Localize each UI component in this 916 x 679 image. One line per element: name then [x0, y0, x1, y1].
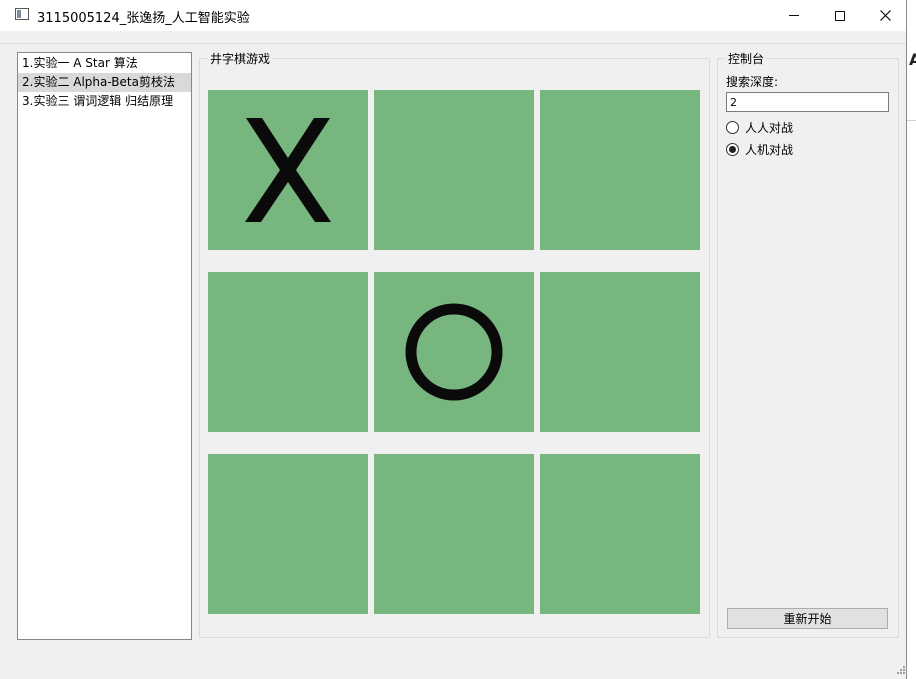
search-depth-label: 搜索深度:: [726, 75, 779, 89]
search-depth-input[interactable]: [726, 92, 889, 112]
game-group-label: 井字棋游戏: [208, 50, 273, 67]
maximize-button[interactable]: [817, 0, 863, 31]
minimize-button[interactable]: [771, 0, 817, 31]
background-window-edge: [907, 0, 916, 679]
list-item-experiment-2[interactable]: 2.实验二 Alpha-Beta剪枝法: [18, 73, 191, 92]
list-item-experiment-1[interactable]: 1.实验一 A Star 算法: [18, 54, 191, 73]
radio-circle-pve[interactable]: [726, 143, 739, 156]
resize-grip-icon[interactable]: [896, 665, 906, 675]
board-cell-3-1[interactable]: [208, 454, 368, 614]
title-bar[interactable]: 3115005124_张逸扬_人工智能实验: [0, 0, 906, 31]
o-mark-icon: [405, 303, 503, 401]
mode-radio-pvp[interactable]: 人人对战: [726, 119, 793, 136]
list-item-experiment-3[interactable]: 3.实验三 谓词逻辑 归结原理: [18, 92, 191, 111]
board-cell-1-2[interactable]: [374, 90, 534, 250]
board-cell-2-2[interactable]: [374, 272, 534, 432]
console-group-label: 控制台: [726, 50, 767, 67]
mode-label-pve: 人机对战: [745, 143, 794, 157]
background-window-text: A: [909, 50, 916, 69]
board-cell-2-1[interactable]: [208, 272, 368, 432]
x-mark-icon: [245, 118, 331, 222]
app-icon: [15, 8, 29, 20]
minimize-icon: [789, 15, 799, 16]
menu-strip: [0, 31, 906, 44]
background-divider: [907, 120, 916, 121]
main-window: 3115005124_张逸扬_人工智能实验 1.实验一 A Star 算法 2.…: [0, 0, 907, 679]
experiment-list[interactable]: 1.实验一 A Star 算法 2.实验二 Alpha-Beta剪枝法 3.实验…: [17, 52, 192, 640]
board-cell-3-3[interactable]: [540, 454, 700, 614]
board-cell-2-3[interactable]: [540, 272, 700, 432]
restart-button[interactable]: 重新开始: [727, 608, 888, 629]
window-title: 3115005124_张逸扬_人工智能实验: [37, 11, 250, 26]
board-cell-1-3[interactable]: [540, 90, 700, 250]
board-cell-1-1[interactable]: [208, 90, 368, 250]
maximize-icon: [835, 10, 845, 21]
mode-radio-pve[interactable]: 人机对战: [726, 141, 793, 158]
board-cell-3-2[interactable]: [374, 454, 534, 614]
mode-label-pvp: 人人对战: [745, 121, 794, 135]
radio-circle-pvp[interactable]: [726, 121, 739, 134]
close-icon: [879, 10, 891, 21]
close-button[interactable]: [862, 0, 908, 31]
